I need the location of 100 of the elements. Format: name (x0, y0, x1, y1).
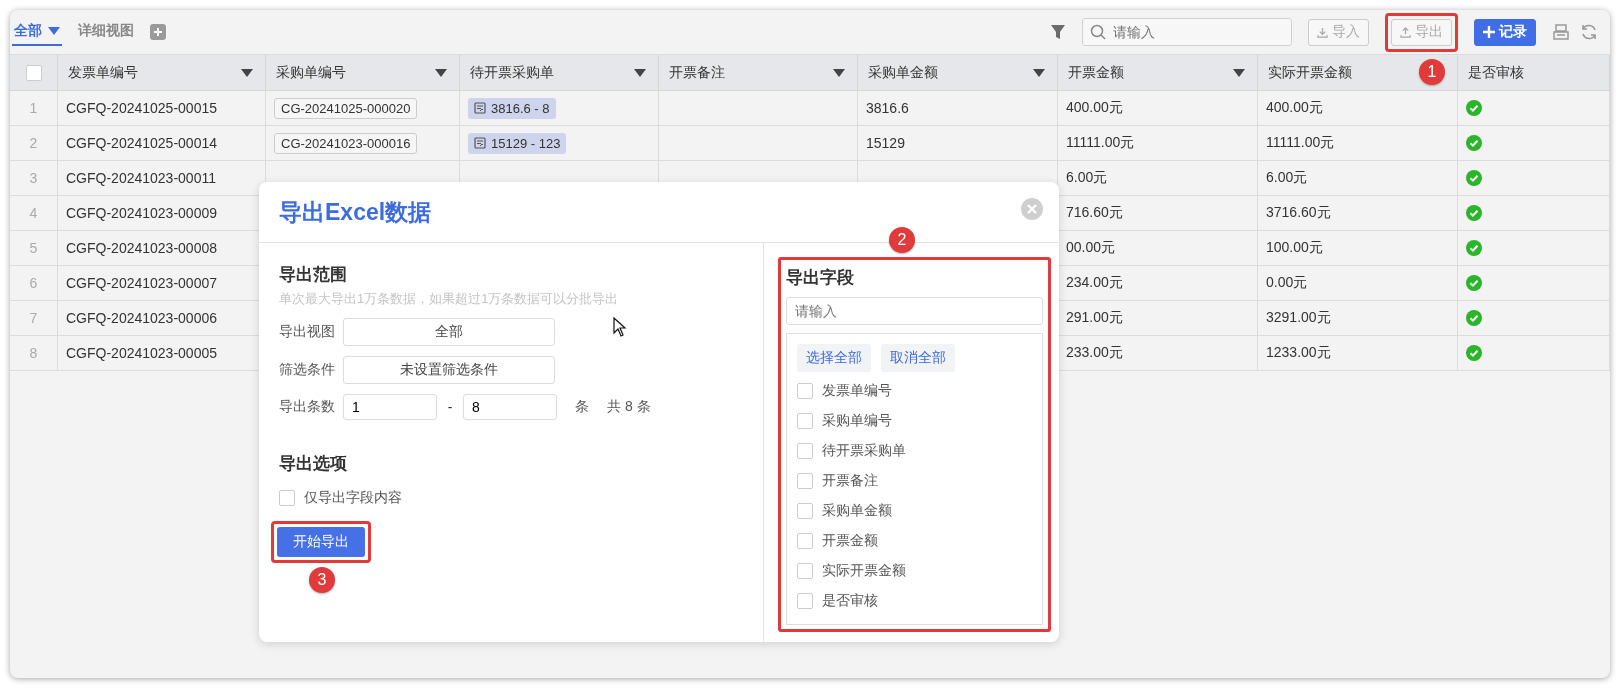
document-icon (474, 102, 486, 114)
dialog-title: 导出Excel数据 (279, 197, 432, 227)
checkbox-label: 采购单编号 (822, 412, 892, 430)
checkbox-label: 实际开票金额 (822, 562, 906, 580)
row-number: 8 (29, 345, 38, 361)
search-icon (1090, 24, 1106, 40)
view-tab[interactable]: 全部 (12, 18, 62, 46)
table-cell: CGFQ-20241023-00008 (66, 240, 217, 256)
caret-icon[interactable] (833, 68, 845, 77)
table-cell: CGFQ-20241023-00011 (66, 170, 216, 186)
checkbox[interactable] (797, 473, 813, 489)
column-header[interactable]: 开票金额 (1058, 55, 1258, 91)
table-cell: 3291.00元 (1266, 309, 1331, 327)
table-cell: 291.00元 (1066, 309, 1123, 327)
refresh-icon[interactable] (1580, 23, 1598, 41)
caret-icon[interactable] (1233, 68, 1245, 77)
filter-select[interactable]: 未设置筛选条件 (343, 356, 555, 384)
close-icon[interactable] (1021, 198, 1043, 220)
row-number: 7 (29, 310, 38, 326)
checkbox[interactable] (797, 413, 813, 429)
column-header[interactable]: 采购单编号 (266, 55, 460, 91)
column-header[interactable]: 采购单金额 (858, 55, 1058, 91)
table-cell: 1233.00元 (1266, 344, 1331, 362)
field-label: 导出视图 (279, 323, 336, 341)
toolbar-button[interactable]: 记录 (1474, 18, 1536, 46)
checkbox-label: 开票备注 (822, 472, 878, 490)
section-heading: 导出字段 (786, 267, 855, 289)
order-chip[interactable]: 3816.6 - 8 (468, 97, 556, 119)
checkbox[interactable] (797, 533, 813, 549)
table-cell: 233.00元 (1066, 344, 1123, 362)
from-field[interactable]: 1 (343, 394, 437, 420)
table-cell: 6.00元 (1066, 169, 1108, 187)
row-number: 4 (29, 205, 38, 221)
order-tag[interactable]: CG-20241025-000020 (274, 97, 418, 119)
start-export-button[interactable]: 开始导出 (277, 527, 365, 557)
checkbox-label: 待开票采购单 (822, 442, 906, 460)
caret-icon[interactable] (634, 68, 646, 77)
row-number: 2 (29, 135, 38, 151)
table-cell: 15129 (866, 135, 905, 151)
column-header[interactable]: 是否审核 (1458, 55, 1610, 91)
document-icon (474, 137, 486, 149)
caret-icon[interactable] (435, 68, 447, 77)
table-cell: 00.00元 (1066, 239, 1116, 257)
total-count: 共 8 条 (607, 398, 651, 416)
order-chip[interactable]: 15129 - 123 (468, 132, 567, 154)
checkbox-label: 开票金额 (822, 532, 878, 550)
table-cell: 234.00元 (1066, 274, 1123, 292)
row-number: 3 (29, 170, 38, 186)
section-heading: 导出选项 (279, 453, 347, 475)
plus-icon[interactable] (150, 24, 166, 40)
table-cell: 400.00元 (1266, 99, 1323, 117)
checkbox[interactable] (797, 503, 813, 519)
deselect-all-button[interactable]: 取消全部 (881, 344, 955, 372)
column-header[interactable]: 开票备注 (659, 55, 858, 91)
checkbox[interactable] (797, 443, 813, 459)
filter-icon[interactable] (1050, 24, 1066, 40)
checkbox-label: 是否审核 (822, 592, 878, 610)
upload-icon (1400, 26, 1411, 38)
range-separator: - (446, 399, 454, 415)
unit-text: 条 (575, 398, 589, 416)
table-cell: CGFQ-20241025-00015 (66, 100, 217, 116)
column-header[interactable]: 发票单编号 (58, 55, 266, 91)
select-all-button[interactable]: 选择全部 (797, 344, 871, 372)
field-label: 筛选条件 (279, 361, 336, 379)
table-cell: 0.00元 (1266, 274, 1308, 292)
table-cell: 6.00元 (1266, 169, 1308, 187)
caret-icon (48, 27, 60, 35)
order-tag[interactable]: CG-20241023-000016 (274, 132, 418, 154)
field-search[interactable]: 请输入 (786, 297, 1043, 325)
checkbox[interactable] (279, 490, 295, 506)
table-cell: CGFQ-20241023-00007 (66, 275, 217, 291)
table-cell: 400.00元 (1066, 99, 1123, 117)
checkbox[interactable] (797, 383, 813, 399)
printer-icon[interactable] (1552, 23, 1570, 41)
table-cell: 11111.00元 (1066, 134, 1135, 152)
search-field[interactable]: 请输入 (1082, 18, 1292, 46)
cursor-icon (613, 317, 627, 337)
row-number: 1 (29, 100, 38, 116)
checkbox[interactable] (797, 593, 813, 609)
select-all-checkbox[interactable] (25, 64, 42, 81)
table-cell: 100.00元 (1266, 239, 1323, 257)
table-cell: CGFQ-20241025-00014 (66, 135, 217, 151)
caret-icon[interactable] (1033, 68, 1045, 77)
table-cell: 3716.60元 (1266, 204, 1331, 222)
field-label: 导出条数 (279, 398, 336, 416)
caret-icon[interactable] (241, 68, 253, 77)
plus-icon (1483, 26, 1495, 38)
row-number: 5 (29, 240, 38, 256)
download-icon (1317, 26, 1328, 38)
checkbox[interactable] (797, 563, 813, 579)
table-cell: CGFQ-20241023-00005 (66, 345, 217, 361)
checkbox-label: 采购单金额 (822, 502, 892, 520)
view-select[interactable]: 全部 (343, 318, 555, 346)
table-cell: 11111.00元 (1266, 134, 1335, 152)
table-cell: CGFQ-20241023-00006 (66, 310, 217, 326)
checkbox-label: 仅导出字段内容 (304, 489, 402, 507)
table-cell: 3816.6 (866, 100, 909, 116)
column-header[interactable]: 待开票采购单 (460, 55, 659, 91)
to-field[interactable]: 8 (463, 394, 557, 420)
row-number: 6 (29, 275, 38, 291)
